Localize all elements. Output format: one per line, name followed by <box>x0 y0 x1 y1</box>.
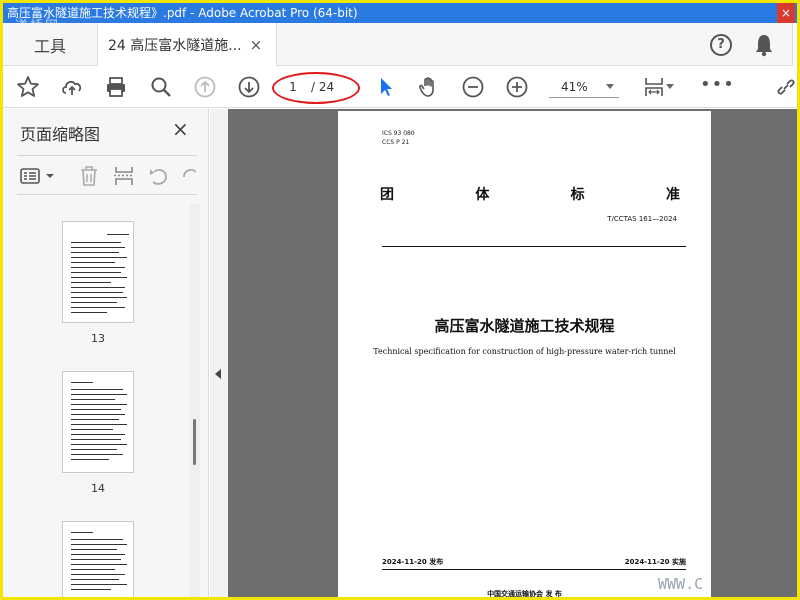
main-toolbar: 1 / 24 41% ••• <box>3 66 797 108</box>
doc-standard-char: 体 <box>475 187 490 203</box>
zoom-in-icon[interactable] <box>504 74 530 100</box>
notification-bell-icon[interactable] <box>754 33 774 57</box>
doc-standard-char: 准 <box>665 187 680 203</box>
document-viewer: ICS 93 080 CCS P 21 团 体 标 准 T/CCTAS 161—… <box>210 109 797 597</box>
tab-tools[interactable]: 工具 <box>3 23 97 66</box>
thumbnail-list: 13 14 <box>3 204 203 597</box>
more-tools-icon[interactable]: ••• <box>700 74 735 95</box>
tab-overflow[interactable] <box>792 23 797 66</box>
upload-icon[interactable] <box>59 74 85 100</box>
delete-page-icon[interactable] <box>77 164 101 188</box>
thumbnail-sidebar: 页面缩略图 × 13 14 <box>3 109 209 597</box>
app-window: 高压富水隧道施工技术规程》.pdf - Adobe Acrobat Pro (6… <box>0 0 800 600</box>
fit-page-chevron-icon[interactable] <box>666 84 674 89</box>
page-thumbnail[interactable] <box>62 371 134 473</box>
tab-document[interactable]: 24 高压富水隧道施... × <box>97 23 277 67</box>
tab-close-icon[interactable]: × <box>250 36 263 54</box>
fit-page-icon[interactable] <box>641 74 667 100</box>
tab-document-label: 24 高压富水隧道施... <box>108 38 242 54</box>
print-icon[interactable] <box>103 74 129 100</box>
doc-standard-type: 团 体 标 准 <box>380 184 680 204</box>
sidebar-scrollbar-thumb[interactable] <box>193 419 196 465</box>
insert-page-icon[interactable] <box>112 164 136 188</box>
zoom-search-icon[interactable] <box>148 74 174 100</box>
highlight-annotation <box>272 72 360 104</box>
thumbnail-options-icon[interactable] <box>19 164 57 188</box>
doc-divider <box>382 569 686 570</box>
doc-standard-char: 团 <box>380 187 394 203</box>
pdf-page: ICS 93 080 CCS P 21 团 体 标 准 T/CCTAS 161—… <box>338 111 711 597</box>
doc-effective-date: 2024-11-20 实施 <box>624 558 686 566</box>
rotate-ccw-icon[interactable] <box>146 164 170 188</box>
star-icon[interactable] <box>15 74 41 100</box>
sidebar-close-icon[interactable]: × <box>172 117 189 141</box>
sidebar-scrollbar[interactable] <box>190 204 200 597</box>
doc-title: 高压富水隧道施工技术规程 <box>434 317 615 335</box>
doc-ics: ICS 93 080 <box>382 130 415 137</box>
rotate-cw-icon[interactable] <box>180 164 196 188</box>
watermark-bottom: WWW.C <box>658 575 704 593</box>
page-down-icon[interactable] <box>236 74 262 100</box>
doc-ccs: CCS P 21 <box>382 139 410 146</box>
sidebar-collapse-handle[interactable] <box>210 109 228 597</box>
chevron-down-icon[interactable] <box>606 84 614 89</box>
chevron-left-icon[interactable] <box>215 369 221 379</box>
thumbnail-label: 14 <box>91 482 105 495</box>
doc-publish-date: 2024-11-20 发布 <box>382 558 444 566</box>
doc-standard-code: T/CCTAS 161—2024 <box>607 215 677 223</box>
doc-standard-char: 标 <box>570 187 585 203</box>
tab-bar: 工具 24 高压富水隧道施... × ? <box>3 23 797 67</box>
window-titlebar: 高压富水隧道施工技术规程》.pdf - Adobe Acrobat Pro (6… <box>3 3 797 23</box>
page-up-icon[interactable] <box>192 74 218 100</box>
page-thumbnail[interactable] <box>62 521 134 597</box>
thumbnail-label: 13 <box>91 332 105 345</box>
page-thumbnail[interactable] <box>62 221 134 323</box>
window-close-button[interactable]: × <box>777 3 795 23</box>
hand-icon[interactable] <box>416 74 442 100</box>
doc-divider <box>382 246 686 247</box>
sidebar-toolbar <box>17 155 197 195</box>
link-icon[interactable] <box>773 74 797 100</box>
zoom-out-icon[interactable] <box>460 74 486 100</box>
doc-subtitle: Technical specification for construction… <box>373 347 676 356</box>
sidebar-title: 页面缩略图 <box>20 125 101 144</box>
doc-publisher: 中国交通运输协会 发 布 <box>487 590 562 598</box>
select-arrow-icon[interactable] <box>373 74 399 100</box>
help-icon[interactable]: ? <box>710 34 732 56</box>
